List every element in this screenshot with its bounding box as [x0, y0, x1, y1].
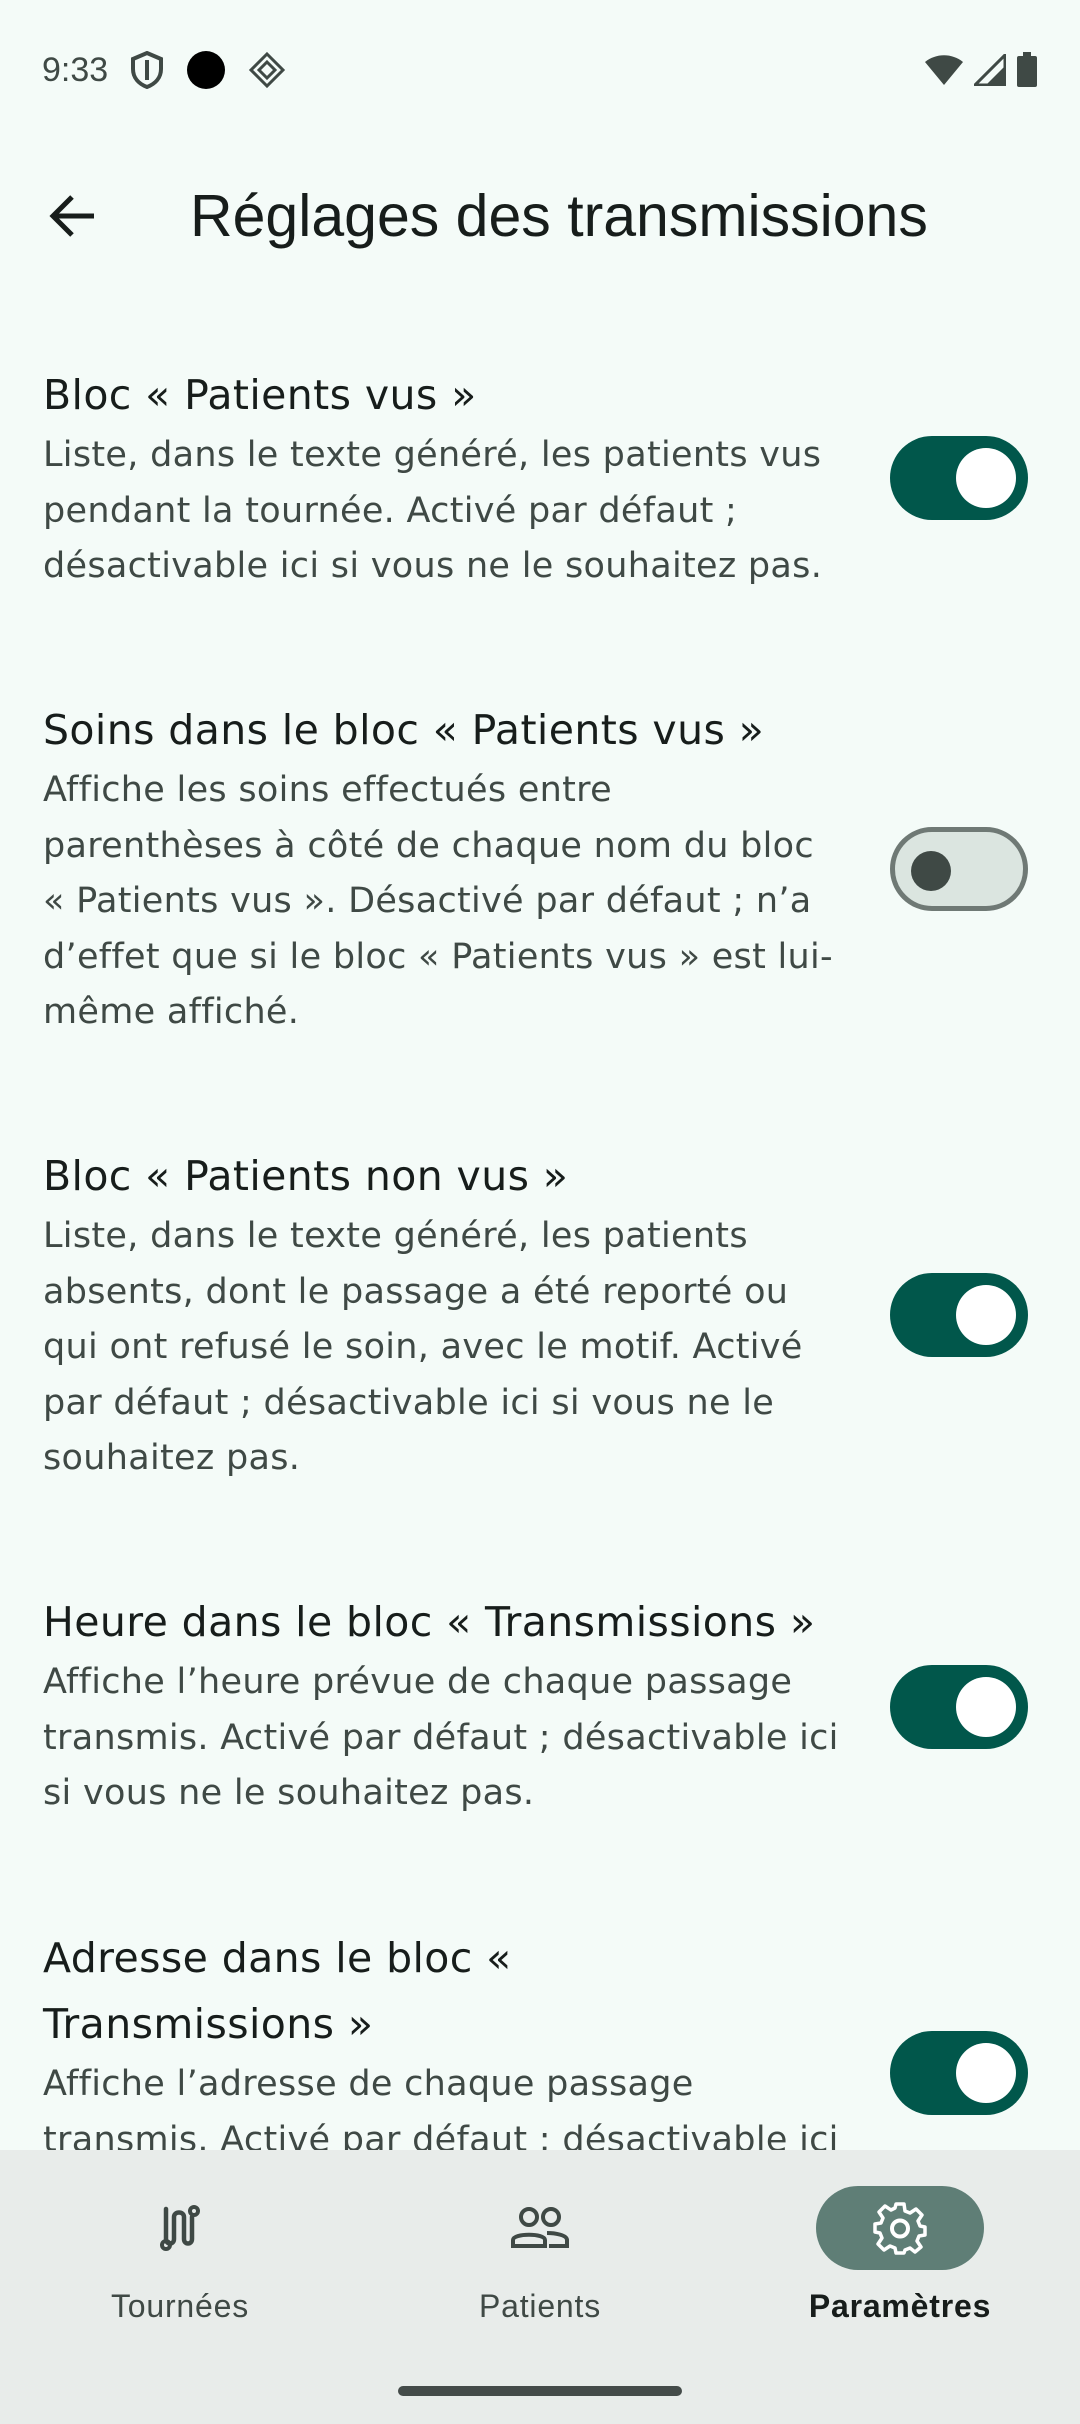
- nav-indicator: [96, 2186, 264, 2270]
- setting-title: Adresse dans le bloc « Transmissions »: [43, 1934, 512, 2048]
- adresse-transmissions-toggle[interactable]: [890, 2031, 1028, 2115]
- route-icon: [155, 2203, 205, 2253]
- setting-item-patients-non-vus[interactable]: Bloc « Patients non vus » Liste, dans le…: [0, 1143, 1080, 1483]
- settings-list[interactable]: Bloc « Patients vus » Liste, dans le tex…: [0, 0, 1080, 2150]
- nav-label: Tournées: [110, 2288, 250, 2324]
- nav-item-parametres[interactable]: Paramètres: [750, 2186, 1050, 2366]
- setting-description: Affiche les soins effectués entre parent…: [43, 770, 833, 1032]
- setting-description: Affiche l’adresse de chaque passage tran…: [43, 2064, 839, 2150]
- toggle-thumb: [911, 851, 951, 891]
- setting-title: Bloc « Patients vus »: [43, 371, 477, 419]
- soins-patients-vus-toggle[interactable]: [890, 827, 1028, 911]
- setting-text: Bloc « Patients non vus » Liste, dans le…: [43, 1143, 843, 1487]
- nav-indicator: [456, 2186, 624, 2270]
- toggle-thumb: [956, 448, 1016, 508]
- gear-icon: [873, 2201, 927, 2255]
- setting-text: Adresse dans le bloc « Transmissions »: [43, 1925, 563, 2057]
- setting-description: Affiche l’heure prévue de chaque passage…: [43, 1662, 839, 1813]
- toggle-thumb: [956, 1677, 1016, 1737]
- setting-item-adresse-transmissions[interactable]: Adresse dans le bloc « Transmissions » A…: [0, 1925, 1080, 2150]
- page-title: Réglages des transmissions: [190, 183, 928, 249]
- patients-non-vus-toggle[interactable]: [890, 1273, 1028, 1357]
- home-indicator[interactable]: [398, 2386, 682, 2396]
- bottom-navigation: Tournées Patients Paramètres: [0, 2150, 1080, 2424]
- setting-item-patients-vus[interactable]: Bloc « Patients vus » Liste, dans le tex…: [0, 362, 1080, 592]
- back-button[interactable]: [24, 168, 120, 264]
- nav-label: Paramètres: [808, 2288, 992, 2324]
- setting-item-heure-transmissions[interactable]: Heure dans le bloc « Transmissions » Aff…: [0, 1589, 1080, 1819]
- patients-vus-toggle[interactable]: [890, 436, 1028, 520]
- nav-label: Patients: [478, 2288, 602, 2324]
- setting-title: Bloc « Patients non vus »: [43, 1152, 569, 1200]
- nav-item-patients[interactable]: Patients: [390, 2186, 690, 2366]
- setting-text: Bloc « Patients vus » Liste, dans le tex…: [43, 362, 843, 595]
- nav-indicator: [816, 2186, 984, 2270]
- toggle-thumb: [956, 2043, 1016, 2103]
- setting-text-desc: Affiche l’adresse de chaque passage tran…: [43, 2057, 843, 2150]
- setting-description: Liste, dans le texte généré, les patient…: [43, 1216, 803, 1478]
- top-app-bar: Réglages des transmissions: [0, 160, 1080, 272]
- setting-title: Soins dans le bloc « Patients vus »: [43, 706, 765, 754]
- arrow-back-icon: [48, 194, 96, 238]
- setting-text: Heure dans le bloc « Transmissions » Aff…: [43, 1589, 843, 1822]
- toggle-thumb: [956, 1285, 1016, 1345]
- setting-title: Heure dans le bloc « Transmissions »: [43, 1598, 816, 1646]
- setting-description: Liste, dans le texte généré, les patient…: [43, 435, 823, 586]
- setting-item-soins-patients-vus[interactable]: Soins dans le bloc « Patients vus » Affi…: [0, 697, 1080, 1047]
- setting-text: Soins dans le bloc « Patients vus » Affi…: [43, 697, 843, 1041]
- heure-transmissions-toggle[interactable]: [890, 1665, 1028, 1749]
- nav-item-tournees[interactable]: Tournées: [30, 2186, 330, 2366]
- people-icon: [510, 2206, 570, 2250]
